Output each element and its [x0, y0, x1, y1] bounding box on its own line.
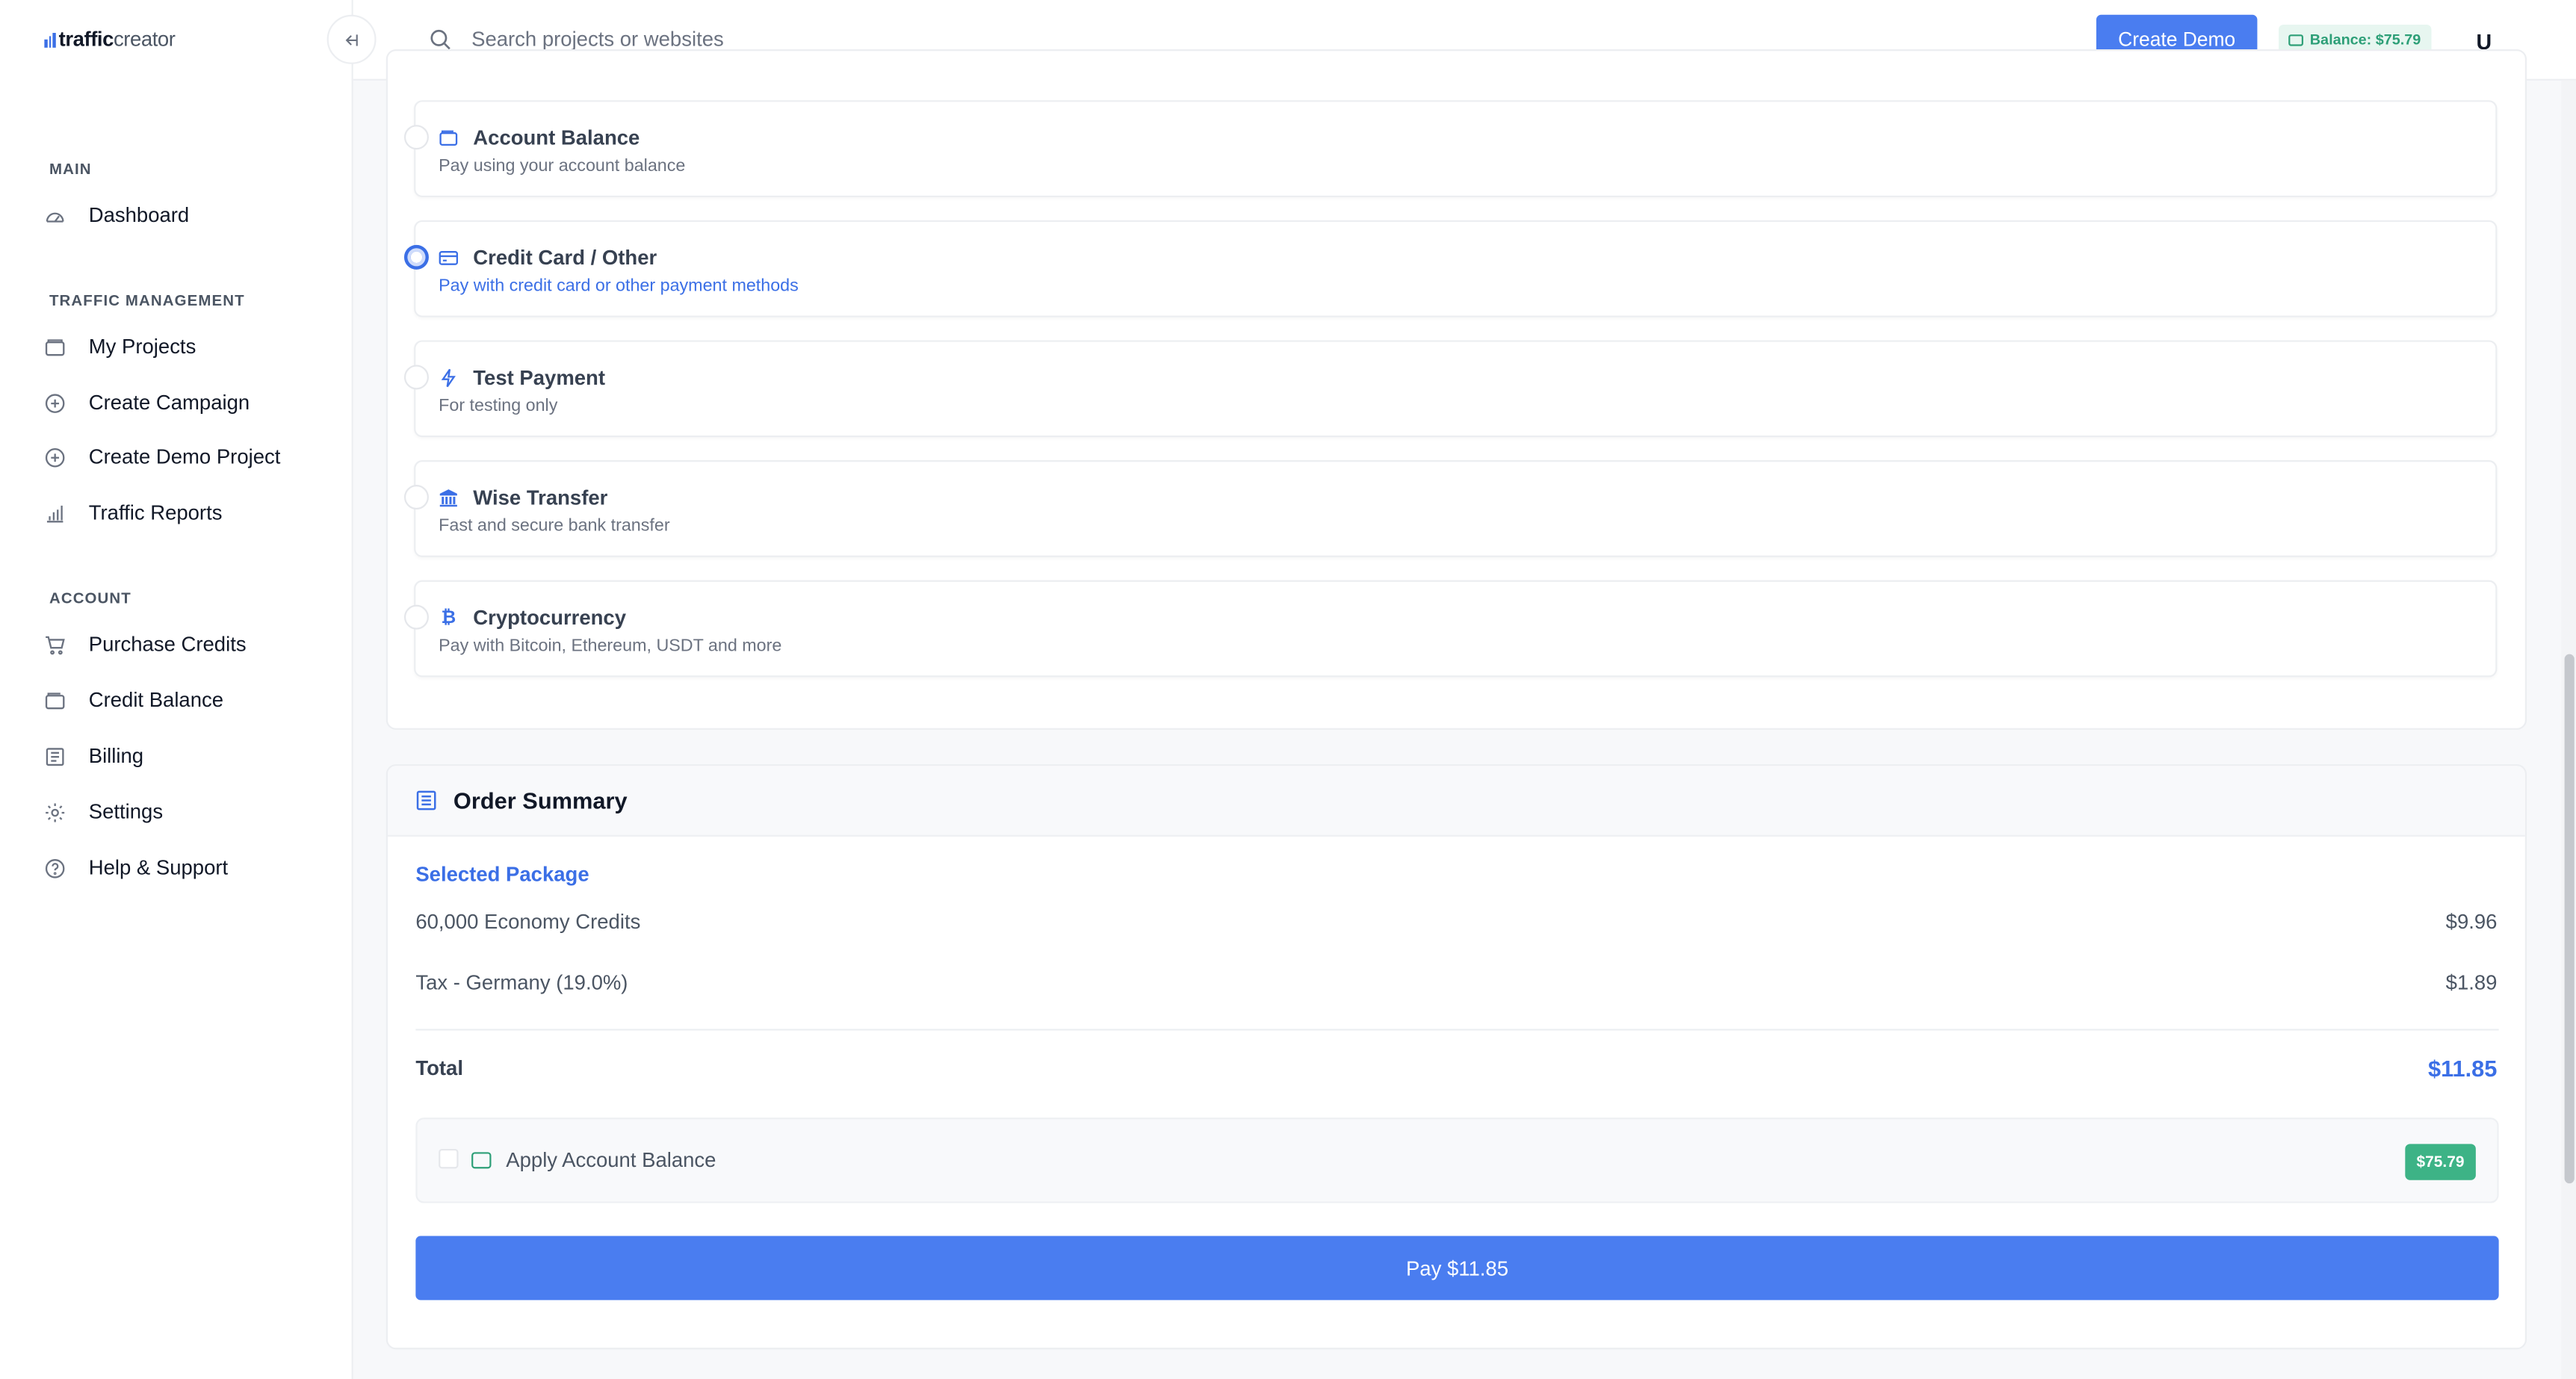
- sidebar-item-label: Purchase Credits: [88, 633, 247, 656]
- receipt-icon: [44, 746, 66, 767]
- sidebar-item-label: Dashboard: [88, 203, 190, 227]
- brand-logo[interactable]: traffic creator: [44, 28, 176, 52]
- wallet-icon: [2288, 34, 2303, 46]
- sidebar-item-traffic-reports[interactable]: Traffic Reports: [44, 496, 222, 529]
- radio-credit-card[interactable]: [403, 244, 429, 270]
- sidebar-item-help-support[interactable]: Help & Support: [44, 852, 228, 884]
- sidebar-item-settings[interactable]: Settings: [44, 796, 163, 828]
- payment-option-wise-transfer[interactable]: Wise Transfer Fast and secure bank trans…: [403, 460, 2498, 557]
- wallet-icon: [44, 690, 66, 711]
- order-summary-title: Order Summary: [453, 787, 628, 814]
- radio-account-balance[interactable]: [403, 125, 429, 150]
- sidebar-item-credit-balance[interactable]: Credit Balance: [44, 684, 223, 716]
- help-circle-icon: [44, 857, 66, 878]
- radio-test-payment[interactable]: [403, 365, 429, 390]
- wallet-icon: [439, 128, 458, 148]
- payment-option-title: Test Payment: [473, 366, 606, 390]
- nav-section-main: MAIN: [49, 161, 92, 178]
- radio-cryptocurrency[interactable]: [403, 604, 429, 630]
- apply-balance-label: Apply Account Balance: [506, 1148, 716, 1172]
- credit-card-icon: [439, 248, 459, 267]
- cart-icon: [44, 633, 66, 655]
- total-value: $11.85: [2427, 1055, 2498, 1082]
- sidebar-item-label: Settings: [88, 800, 164, 824]
- collapse-left-icon: [344, 34, 357, 46]
- payment-option-test-payment[interactable]: Test Payment For testing only: [403, 340, 2498, 438]
- scrollbar-thumb[interactable]: [2564, 654, 2575, 1184]
- pay-button[interactable]: Pay $11.85: [415, 1236, 2499, 1301]
- payment-option-cryptocurrency[interactable]: ₿ Cryptocurrency Pay with Bitcoin, Ether…: [403, 580, 2498, 678]
- summary-divider: [415, 1029, 2499, 1031]
- sidebar-item-label: Create Demo Project: [88, 445, 281, 469]
- brand-part1: traffic: [58, 28, 114, 52]
- sidebar-item-dashboard[interactable]: Dashboard: [44, 199, 189, 232]
- total-label: Total: [415, 1056, 463, 1080]
- payment-option-title: Wise Transfer: [473, 486, 608, 510]
- payment-option-desc: Fast and secure bank transfer: [439, 515, 670, 536]
- line-item-label: 60,000 Economy Credits: [415, 910, 641, 934]
- app-root: traffic creator MAIN Dashboard TRAFFIC MA…: [0, 0, 2576, 1379]
- brand-part2: creator: [114, 28, 176, 52]
- tax-value: $1.89: [2445, 971, 2498, 995]
- radio-wise-transfer[interactable]: [403, 485, 429, 510]
- line-item-value: $9.96: [2445, 910, 2498, 934]
- sidebar-item-create-demo-project[interactable]: Create Demo Project: [44, 441, 280, 474]
- sidebar-item-billing[interactable]: Billing: [44, 740, 143, 772]
- order-summary-card: Order Summary Selected Package 60,000 Ec…: [386, 764, 2527, 1350]
- bar-chart-icon: [44, 502, 66, 524]
- apply-balance-amount-badge: $75.79: [2405, 1144, 2476, 1180]
- payment-option-desc: Pay using your account balance: [439, 156, 686, 176]
- nav-section-account: ACCOUNT: [49, 589, 131, 607]
- sidebar: traffic creator MAIN Dashboard TRAFFIC MA…: [0, 0, 353, 1379]
- sidebar-item-label: Billing: [88, 744, 144, 768]
- sidebar-item-create-campaign[interactable]: Create Campaign: [44, 386, 250, 419]
- receipt-icon: [415, 789, 437, 812]
- apply-balance-checkbox[interactable]: [439, 1148, 459, 1169]
- collapse-sidebar-button[interactable]: [326, 14, 377, 64]
- payment-option-desc: For testing only: [439, 396, 558, 416]
- wallet-icon: [471, 1152, 492, 1169]
- selected-package-label: Selected Package: [415, 863, 589, 886]
- bolt-icon: [439, 368, 458, 388]
- apply-balance-row[interactable]: Apply Account Balance $75.79: [415, 1118, 2499, 1203]
- sidebar-item-label: Help & Support: [88, 856, 229, 880]
- bitcoin-icon: ₿: [441, 608, 456, 628]
- sidebar-item-label: Create Campaign: [88, 391, 250, 415]
- payment-option-desc: Pay with Bitcoin, Ethereum, USDT and mor…: [439, 636, 782, 656]
- sidebar-item-my-projects[interactable]: My Projects: [44, 330, 196, 363]
- gauge-icon: [44, 205, 66, 226]
- plus-circle-icon: [44, 392, 66, 414]
- folder-icon: [44, 336, 66, 358]
- tax-label: Tax - Germany (19.0%): [415, 971, 628, 995]
- sidebar-item-purchase-credits[interactable]: Purchase Credits: [44, 627, 247, 660]
- search-icon: [429, 28, 452, 51]
- sidebar-item-label: My Projects: [88, 335, 196, 359]
- payment-option-title: Cryptocurrency: [473, 606, 627, 630]
- payment-option-account-balance[interactable]: Account Balance Pay using your account b…: [403, 100, 2498, 198]
- payment-option-desc: Pay with credit card or other payment me…: [439, 276, 799, 297]
- sidebar-item-label: Traffic Reports: [88, 501, 223, 524]
- bank-icon: [439, 488, 458, 507]
- sidebar-item-label: Credit Balance: [88, 688, 224, 712]
- payment-option-title: Account Balance: [473, 126, 640, 150]
- order-summary-header: Order Summary: [387, 766, 2525, 837]
- payment-option-credit-card[interactable]: Credit Card / Other Pay with credit card…: [403, 220, 2498, 317]
- logo-bars-icon: [44, 31, 56, 47]
- balance-label: Balance: $75.79: [2309, 31, 2421, 48]
- gear-icon: [44, 802, 66, 823]
- payment-option-title: Credit Card / Other: [473, 247, 657, 270]
- plus-circle-icon: [44, 446, 66, 468]
- nav-section-traffic: TRAFFIC MANAGEMENT: [49, 292, 245, 309]
